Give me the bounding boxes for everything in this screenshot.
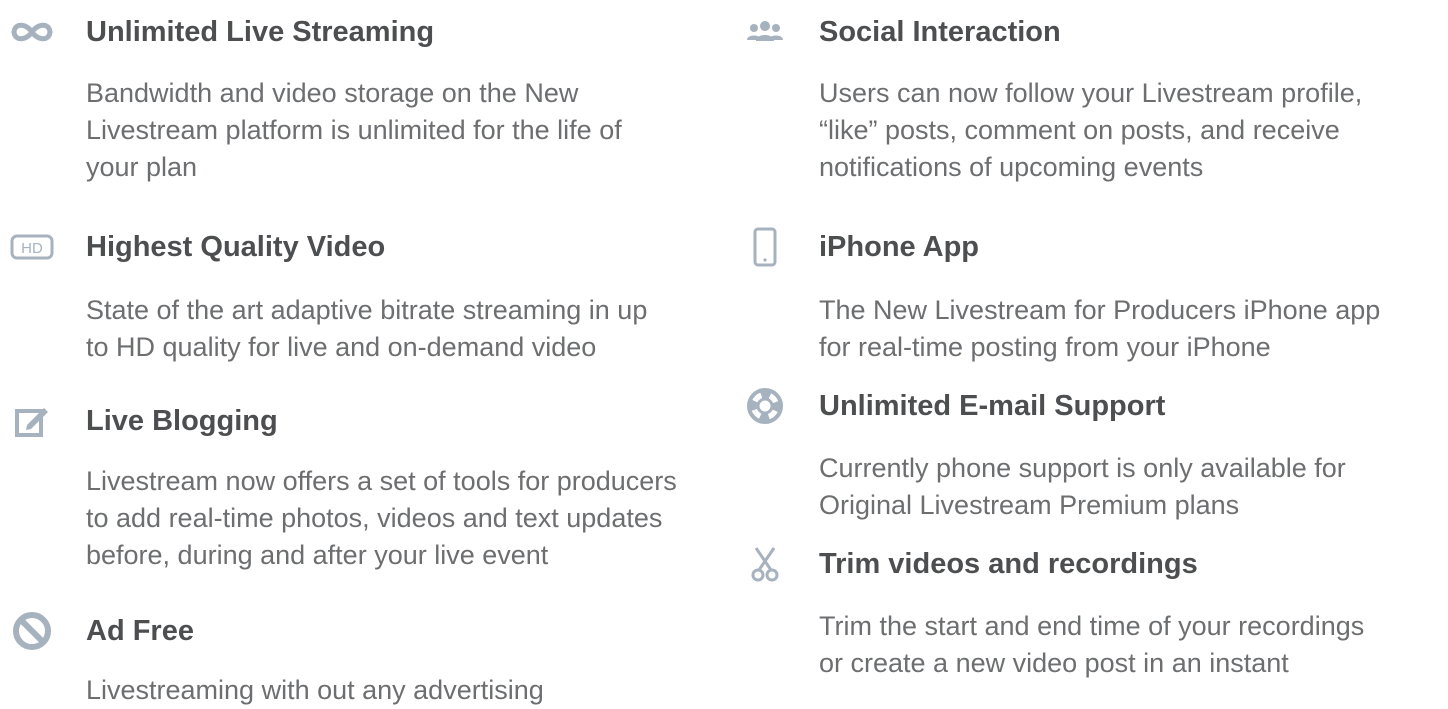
description-line: for real-time posting from your iPhone bbox=[819, 332, 1271, 362]
description-line: your plan bbox=[86, 152, 198, 182]
feature-description: Trim the start and end time of your reco… bbox=[819, 608, 1364, 682]
svg-text:HD: HD bbox=[21, 240, 43, 257]
phone-icon bbox=[741, 227, 789, 267]
description-line: to HD quality for live and on-demand vid… bbox=[86, 332, 597, 362]
hd-icon: HD bbox=[8, 227, 56, 267]
feature-description: Users can now follow your Livestream pro… bbox=[819, 75, 1362, 186]
feature-title: Trim videos and recordings bbox=[819, 548, 1198, 580]
description-line: notifications of upcoming events bbox=[819, 152, 1204, 182]
feature-title: Live Blogging bbox=[86, 405, 278, 437]
description-line: Bandwidth and video storage on the New bbox=[86, 78, 579, 108]
feature-description: Livestreaming with out any advertising bbox=[86, 672, 544, 709]
description-line: The New Livestream for Producers iPhone … bbox=[819, 295, 1381, 325]
infinity-icon bbox=[8, 12, 56, 52]
description-line: Original Livestream Premium plans bbox=[819, 490, 1240, 520]
description-line: Trim the start and end time of your reco… bbox=[819, 611, 1365, 641]
description-line: before, during and after your live event bbox=[86, 540, 549, 570]
feature-description: Bandwidth and video storage on the New L… bbox=[86, 75, 622, 186]
description-line: “like” posts, comment on posts, and rece… bbox=[819, 115, 1340, 145]
description-line: State of the art adaptive bitrate stream… bbox=[86, 295, 648, 325]
edit-icon bbox=[8, 401, 56, 441]
feature-description: Currently phone support is only availabl… bbox=[819, 450, 1346, 524]
feature-title: Highest Quality Video bbox=[86, 231, 386, 263]
scissors-icon bbox=[741, 544, 789, 584]
feature-title: Unlimited Live Streaming bbox=[86, 16, 435, 48]
description-line: Livestreaming with out any advertising bbox=[86, 675, 544, 705]
users-icon bbox=[741, 12, 789, 52]
feature-title: Social Interaction bbox=[819, 16, 1061, 48]
block-icon bbox=[8, 611, 56, 651]
description-line: Users can now follow your Livestream pro… bbox=[819, 78, 1363, 108]
feature-description: Livestream now offers a set of tools for… bbox=[86, 463, 677, 574]
feature-description: The New Livestream for Producers iPhone … bbox=[819, 292, 1380, 366]
feature-description: State of the art adaptive bitrate stream… bbox=[86, 292, 647, 366]
feature-title: iPhone App bbox=[819, 231, 980, 263]
description-line: Livestream platform is unlimited for the… bbox=[86, 115, 622, 145]
description-line: Currently phone support is only availabl… bbox=[819, 453, 1346, 483]
feature-title: Unlimited E-mail Support bbox=[819, 390, 1166, 422]
description-line: to add real-time photos, videos and text… bbox=[86, 503, 663, 533]
description-line: or create a new video post in an instant bbox=[819, 648, 1289, 678]
feature-title: Ad Free bbox=[86, 615, 194, 647]
lifebuoy-icon bbox=[741, 386, 789, 426]
description-line: Livestream now offers a set of tools for… bbox=[86, 466, 677, 496]
